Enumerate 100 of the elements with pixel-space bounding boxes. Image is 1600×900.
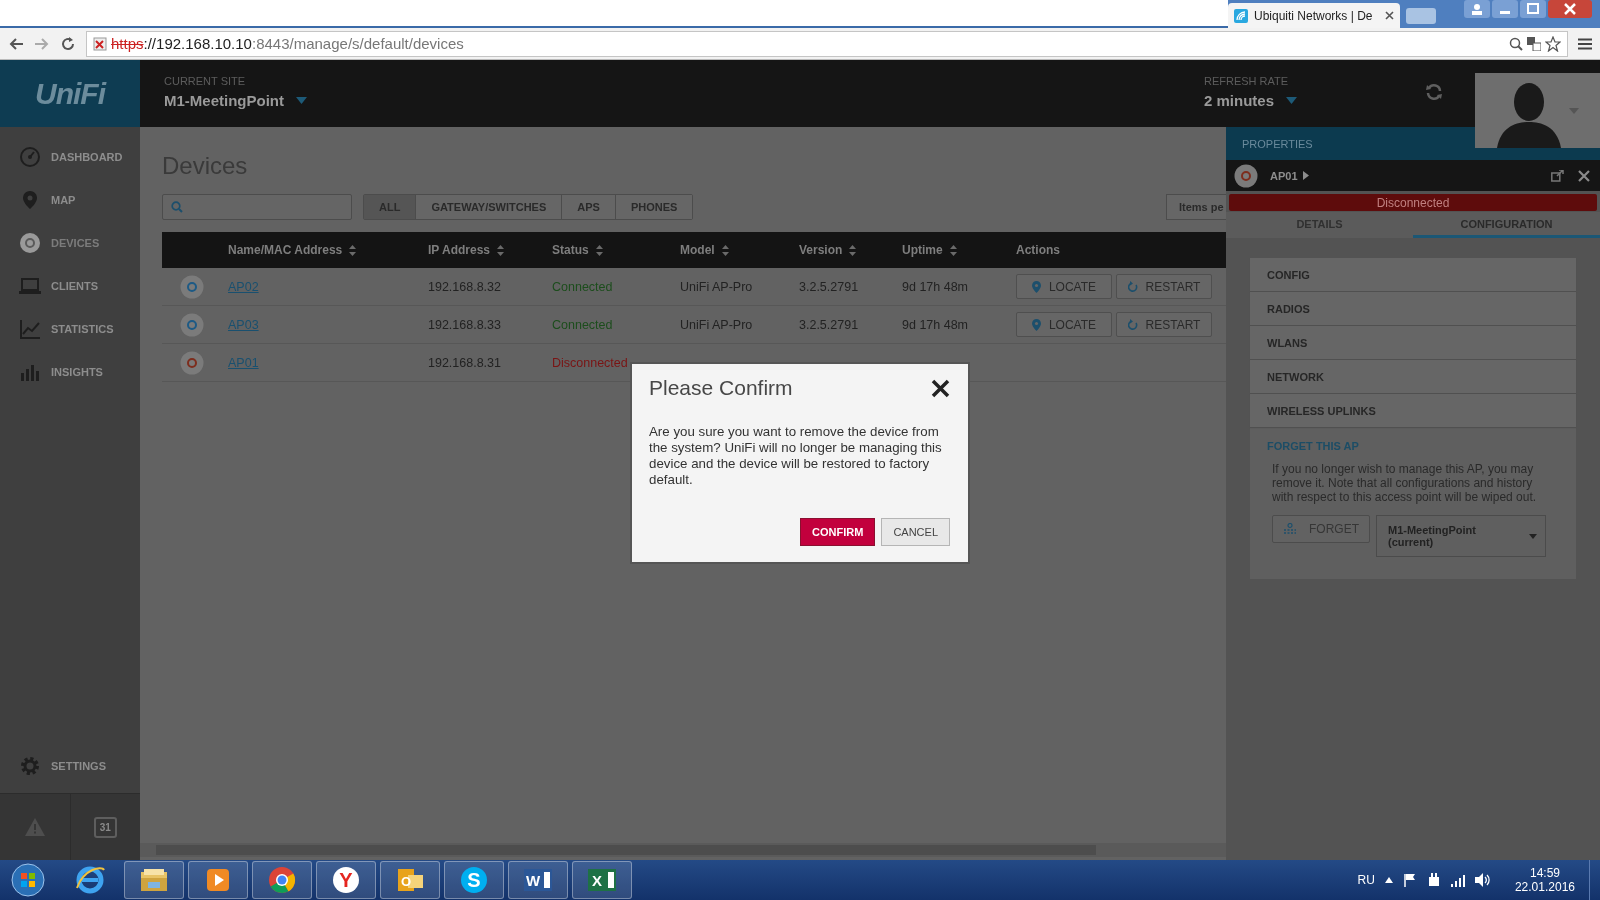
devices-icon: [19, 231, 41, 254]
start-button[interactable]: [11, 863, 45, 897]
filter-button[interactable]: GATEWAY/SWITCHES: [415, 195, 562, 219]
taskbar-app[interactable]: Y: [316, 861, 376, 899]
pin-icon: [1031, 280, 1041, 293]
config-section[interactable]: CONFIG: [1250, 258, 1576, 291]
restart-icon: [1127, 319, 1138, 330]
horizontal-scrollbar[interactable]: [140, 843, 1226, 857]
tray-arrow-icon[interactable]: [1384, 877, 1393, 883]
wifi-icon: [1234, 8, 1248, 23]
sort-icon[interactable]: [349, 244, 357, 256]
speaker-icon[interactable]: [1474, 873, 1491, 887]
sort-icon[interactable]: [949, 244, 957, 256]
popout-icon[interactable]: [1551, 169, 1564, 182]
status-text: Disconnected: [552, 355, 628, 370]
table-cell: 3.2.5.2791: [799, 279, 859, 294]
sort-icon[interactable]: [849, 244, 857, 256]
flag-icon[interactable]: [1402, 873, 1417, 887]
locate-button[interactable]: LOCATE: [1016, 312, 1112, 337]
zoom-icon[interactable]: [1509, 36, 1523, 51]
logo: UniFi: [35, 76, 105, 111]
avatar[interactable]: [1475, 73, 1600, 148]
dialog-title: Please Confirm: [649, 376, 793, 400]
power-icon[interactable]: [1426, 873, 1441, 887]
taskbar-app[interactable]: W: [508, 861, 568, 899]
sidebar-item[interactable]: CLIENTS: [0, 264, 140, 307]
signal-icon[interactable]: [1450, 873, 1465, 887]
table-cell: 192.168.8.33: [428, 317, 501, 332]
column-header[interactable]: Uptime: [902, 243, 943, 257]
caret-icon: [1568, 107, 1579, 114]
sidebar-item[interactable]: DEVICES: [0, 221, 140, 264]
device-name[interactable]: AP01: [1270, 169, 1309, 182]
status-text: Connected: [552, 279, 613, 294]
locate-button[interactable]: LOCATE: [1016, 274, 1112, 299]
star-icon[interactable]: [1545, 35, 1561, 52]
browser-tab[interactable]: Ubiquiti Networks | De: [1228, 3, 1400, 28]
config-section[interactable]: NETWORK: [1250, 360, 1576, 393]
address-bar[interactable]: https://192.168.10.10:8443/manage/s/default/devices: [86, 30, 1568, 57]
taskbar-app[interactable]: [188, 861, 248, 899]
caret-icon: [1302, 171, 1309, 180]
filter-button[interactable]: PHONES: [614, 195, 693, 219]
restart-button[interactable]: RESTART: [1116, 274, 1212, 299]
sort-icon[interactable]: [497, 244, 505, 256]
taskbar-app[interactable]: [252, 861, 312, 899]
filter-button[interactable]: APS: [561, 195, 615, 219]
restart-icon: [1127, 281, 1138, 292]
column-header[interactable]: Model: [680, 243, 715, 257]
cancel-button[interactable]: CANCEL: [881, 518, 950, 546]
column-header[interactable]: IP Address: [428, 243, 491, 257]
restart-button[interactable]: RESTART: [1116, 312, 1212, 337]
minimize-icon[interactable]: [1492, 0, 1518, 18]
site-label: CURRENT SITE: [164, 75, 247, 87]
taskbar-app[interactable]: S: [444, 861, 504, 899]
column-header: Actions: [1016, 243, 1060, 257]
table-cell: 3.2.5.2791: [799, 317, 859, 332]
taskbar-app[interactable]: O: [380, 861, 440, 899]
taskbar-app[interactable]: X: [572, 861, 632, 899]
close-icon[interactable]: [1385, 11, 1394, 20]
menu-icon[interactable]: [1578, 37, 1592, 50]
config-section[interactable]: WLANS: [1250, 326, 1576, 359]
dashboard-icon: [19, 145, 41, 168]
sidebar-item[interactable]: DASHBOARD: [0, 135, 140, 178]
gear-icon: [19, 754, 41, 777]
sidebar-item[interactable]: STATISTICS: [0, 307, 140, 350]
close-icon[interactable]: [931, 378, 950, 398]
column-header[interactable]: Status: [552, 243, 589, 257]
site-select[interactable]: M1-MeetingPoint (current): [1376, 515, 1546, 557]
statistics-icon: [19, 317, 41, 340]
site-dropdown[interactable]: M1-MeetingPoint: [164, 92, 307, 109]
yandex-icon: Y: [330, 864, 362, 896]
sidebar-item[interactable]: MAP: [0, 178, 140, 221]
calendar-button[interactable]: 31: [93, 816, 117, 838]
access-point-icon: [180, 312, 204, 337]
sort-icon[interactable]: [595, 244, 603, 256]
dialog-message: Are you sure you want to remove the device from the system? UniFi will no longer be managing this device and the device will be restored to factory default.: [649, 424, 943, 488]
status-banner: Disconnected: [1229, 194, 1597, 211]
table-cell: 192.168.8.31: [428, 355, 501, 370]
sidebar-item[interactable]: SETTINGS: [0, 738, 140, 793]
taskbar-app[interactable]: [124, 861, 184, 899]
language-indicator[interactable]: RU: [1357, 873, 1375, 887]
maximize-icon[interactable]: [1520, 0, 1546, 18]
confirm-button[interactable]: CONFIRM: [800, 518, 876, 546]
access-point-icon: [180, 274, 204, 299]
items-per-page-button[interactable]: Items pe: [1166, 194, 1226, 220]
network-icon: [1283, 523, 1297, 535]
reload-icon[interactable]: [60, 35, 76, 52]
column-header[interactable]: Name/MAC Address: [228, 243, 343, 257]
refresh-icon[interactable]: [1424, 82, 1444, 102]
sort-icon[interactable]: [721, 244, 729, 256]
column-header[interactable]: Version: [799, 243, 843, 257]
config-section[interactable]: RADIOS: [1250, 292, 1576, 325]
back-icon[interactable]: [8, 36, 24, 51]
clock[interactable]: 14:59 22.01.2016: [1514, 866, 1575, 894]
ie-icon: [74, 864, 106, 896]
refresh-dropdown[interactable]: 2 minutes: [1204, 92, 1424, 109]
config-section[interactable]: WIRELESS UPLINKS: [1250, 394, 1576, 427]
search-icon: [171, 201, 183, 213]
sidebar-item[interactable]: INSIGHTS: [0, 350, 140, 393]
search-field[interactable]: [162, 194, 352, 220]
user-icon[interactable]: [1464, 0, 1490, 18]
